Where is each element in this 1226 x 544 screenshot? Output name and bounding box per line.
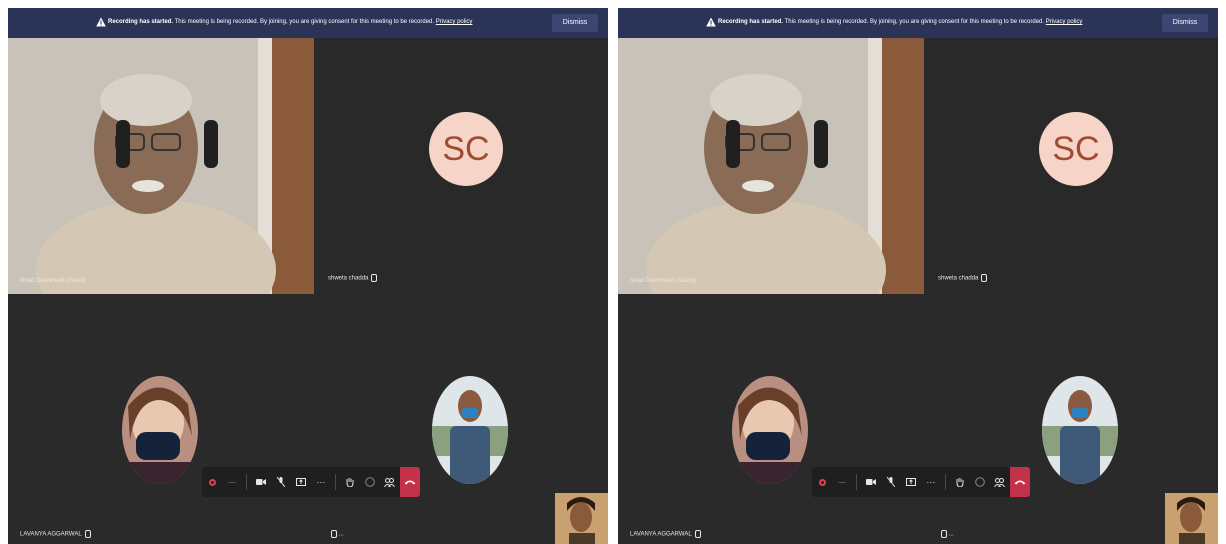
divider — [334, 474, 336, 490]
record-icon — [208, 478, 216, 486]
camera-button[interactable] — [254, 473, 268, 491]
call-controls: — ··· — [202, 467, 420, 497]
camera-button[interactable] — [864, 473, 878, 491]
participant-tile-audio[interactable]: LAVANYA AGGARWAL — [618, 296, 924, 544]
divider — [246, 474, 247, 490]
leave-call-button[interactable] — [1009, 467, 1030, 497]
warning-icon — [96, 17, 106, 27]
call-controls: — ··· — [812, 467, 1030, 497]
participant-name: shweta chadda — [328, 275, 369, 282]
hang-up-icon — [1014, 480, 1026, 485]
meeting-window-left: Recording has started. This meeting is b… — [8, 8, 608, 544]
participant-video — [618, 38, 924, 294]
participants-button[interactable] — [383, 473, 397, 491]
microphone-icon — [371, 274, 378, 282]
hand-icon — [346, 478, 354, 487]
dismiss-button[interactable]: Dismiss — [552, 14, 598, 32]
participant-name: ... — [948, 531, 954, 538]
banner-title: Recording has started. — [108, 19, 174, 25]
self-view-thumbnail[interactable] — [1165, 493, 1218, 544]
participants-button[interactable] — [993, 473, 1007, 491]
recording-banner: Recording has started. This meeting is b… — [8, 8, 608, 38]
participant-tile-audio[interactable]: LAVANYA AGGARWAL — [8, 296, 314, 544]
participant-name: LAVANYA AGGARWAL — [20, 531, 82, 538]
mute-button[interactable] — [884, 473, 898, 491]
participant-tile-video[interactable]: Nirad Deshmukh (Guest) — [618, 38, 924, 294]
microphone-icon — [84, 530, 91, 538]
leave-call-button[interactable] — [399, 467, 420, 497]
reactions-button[interactable] — [973, 473, 987, 491]
divider — [856, 474, 857, 490]
banner-message: This meeting is being recorded. By joini… — [784, 19, 1045, 25]
participant-tile-video[interactable]: Nirad Deshmukh (Guest) — [8, 38, 314, 294]
microphone-off-icon — [276, 477, 285, 487]
more-options-button[interactable]: ··· — [924, 473, 938, 491]
avatar — [122, 376, 198, 484]
dismiss-button[interactable]: Dismiss — [1162, 14, 1208, 32]
mute-button[interactable] — [274, 473, 288, 491]
participant-tile-avatar[interactable]: SC shweta chadda — [926, 38, 1218, 294]
participant-tile-avatar[interactable]: SC shweta chadda — [316, 38, 608, 294]
privacy-policy-link[interactable]: Privacy policy — [436, 19, 473, 25]
self-view-thumbnail[interactable] — [555, 493, 608, 544]
share-button[interactable] — [294, 473, 308, 491]
more-options-button[interactable]: ··· — [314, 473, 328, 491]
banner-message: This meeting is being recorded. By joini… — [174, 19, 435, 25]
participant-name: shweta chadda — [938, 275, 979, 282]
microphone-icon — [981, 274, 988, 282]
microphone-icon — [941, 530, 947, 538]
emoji-icon — [974, 477, 985, 487]
avatar: SC — [429, 112, 503, 186]
share-button[interactable] — [904, 473, 918, 491]
record-icon — [818, 478, 826, 486]
avatar — [432, 376, 508, 484]
call-timer: — — [228, 478, 236, 486]
avatar — [1042, 376, 1118, 484]
avatar — [732, 376, 808, 484]
privacy-policy-link[interactable]: Privacy policy — [1046, 19, 1083, 25]
people-icon — [384, 477, 396, 487]
participant-name: ... — [338, 531, 344, 538]
reactions-button[interactable] — [363, 473, 377, 491]
banner-title: Recording has started. — [718, 19, 784, 25]
share-screen-icon — [905, 477, 916, 486]
microphone-icon — [694, 530, 701, 538]
call-timer: — — [838, 478, 846, 486]
raise-hand-button[interactable] — [343, 473, 357, 491]
participant-video — [8, 38, 314, 294]
microphone-icon — [331, 530, 337, 538]
recording-banner: Recording has started. This meeting is b… — [618, 8, 1218, 38]
hand-icon — [956, 478, 964, 487]
raise-hand-button[interactable] — [953, 473, 967, 491]
share-screen-icon — [295, 477, 306, 486]
recording-indicator — [205, 473, 219, 491]
meeting-window-right: Recording has started. This meeting is b… — [618, 8, 1218, 544]
people-icon — [994, 477, 1006, 487]
warning-icon — [706, 17, 716, 27]
camera-icon — [865, 479, 876, 485]
recording-indicator — [815, 473, 829, 491]
participant-name: LAVANYA AGGARWAL — [630, 531, 692, 538]
emoji-icon — [364, 477, 375, 487]
avatar: SC — [1039, 112, 1113, 186]
camera-icon — [255, 479, 266, 485]
participant-name: Nirad Deshmukh (Guest) — [20, 278, 87, 284]
hang-up-icon — [404, 480, 416, 485]
participant-name: Nirad Deshmukh (Guest) — [630, 278, 697, 284]
divider — [944, 474, 946, 490]
microphone-off-icon — [886, 477, 895, 487]
